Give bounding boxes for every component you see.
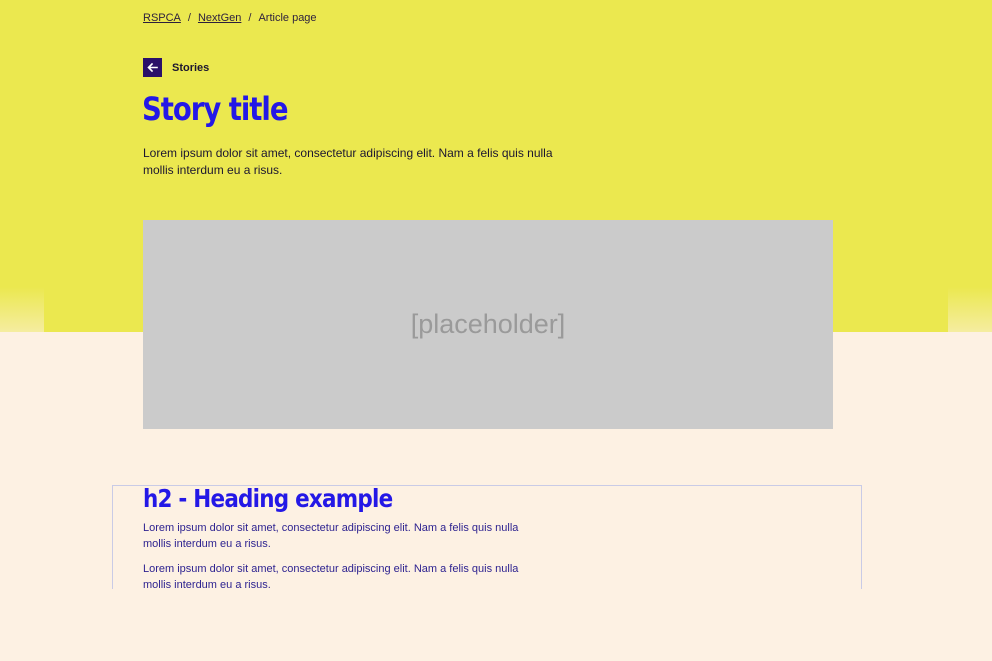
back-to-stories-link[interactable]: Stories	[143, 58, 209, 77]
section-heading: h2 - Heading example	[143, 484, 393, 513]
page-bottom-area	[0, 589, 992, 661]
body-paragraph: Lorem ipsum dolor sit amet, consectetur …	[143, 522, 519, 550]
back-link-label[interactable]: Stories	[172, 62, 209, 74]
breadcrumb: RSPCA / NextGen / Article page	[143, 12, 317, 24]
breadcrumb-separator: /	[248, 12, 252, 24]
breadcrumb-link-rspca[interactable]: RSPCA	[143, 12, 181, 24]
hero-image-placeholder: [placeholder]	[143, 220, 833, 429]
page-title: Story title	[142, 90, 289, 128]
lead-paragraph: Lorem ipsum dolor sit amet, consectetur …	[143, 146, 553, 177]
hero-fade-left	[0, 287, 44, 332]
image-placeholder-label: [placeholder]	[410, 309, 566, 339]
arrow-left-icon[interactable]	[143, 58, 162, 77]
breadcrumb-current: Article page	[258, 12, 317, 24]
breadcrumb-separator: /	[187, 12, 191, 24]
breadcrumb-link-nextgen[interactable]: NextGen	[198, 12, 241, 24]
hero-fade-right	[948, 287, 992, 332]
